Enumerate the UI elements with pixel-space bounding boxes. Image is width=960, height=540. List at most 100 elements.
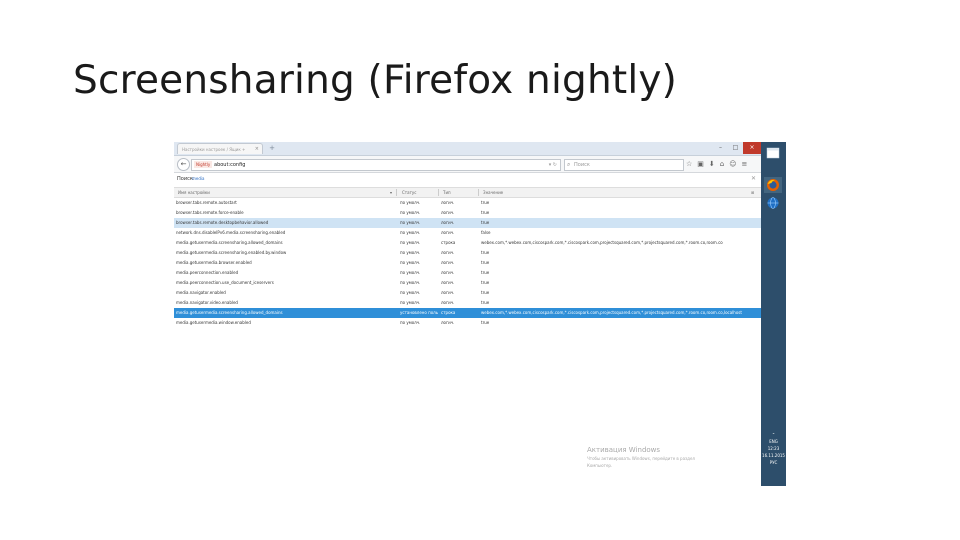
config-search-input[interactable]: media (192, 175, 224, 183)
url-bar[interactable]: Nightly about:config ▾ ↻ (191, 159, 561, 171)
pref-value: webex.com,*.webex.com,ciscospark.com,*.c… (481, 310, 742, 315)
new-tab-button[interactable]: + (267, 144, 277, 153)
taskbar-firefox-button[interactable] (764, 177, 782, 193)
clear-search-icon[interactable]: ✕ (751, 175, 756, 182)
pref-name: media.navigator.enabled (176, 290, 226, 295)
search-icon: ⌕ (567, 161, 571, 168)
table-row[interactable]: media.navigator.enabled по умолч. логич.… (174, 288, 761, 298)
table-row[interactable]: network.dns.disableIPv6.media.screenshar… (174, 228, 761, 238)
table-row-highlighted[interactable]: browser.tabs.remote.desktopbehavior.allo… (174, 218, 761, 228)
column-header-type[interactable]: Тип (443, 188, 451, 197)
firefox-icon (767, 179, 779, 191)
pref-name: browser.tabs.remote.desktopbehavior.allo… (176, 220, 269, 225)
hello-icon[interactable]: ☺ (729, 159, 736, 169)
table-row[interactable]: media.getusermedia.browser.enabled по ум… (174, 258, 761, 268)
pref-value: true (481, 270, 490, 275)
taskbar-clock[interactable]: ⌃ ENG 12:23 16.11.2015 РУС (761, 431, 786, 466)
bookmark-star-icon[interactable]: ☆ (686, 159, 692, 169)
menu-icon[interactable]: ≡ (742, 159, 748, 169)
taskbar-explorer-button[interactable] (764, 145, 782, 161)
pref-type: логич. (441, 230, 455, 235)
taskbar-globe-button[interactable] (764, 195, 782, 211)
url-text[interactable]: about:config (214, 160, 245, 170)
pref-type: строка (441, 310, 456, 315)
notification-chevron-icon[interactable]: ⌃ (761, 431, 786, 438)
pref-type: логич. (441, 250, 455, 255)
pref-type: логич. (441, 320, 455, 325)
table-row[interactable]: media.getusermedia.screensharing.allowed… (174, 238, 761, 248)
reload-icon[interactable]: ▾ ↻ (549, 160, 557, 170)
reading-list-icon[interactable]: ▣ (697, 159, 704, 169)
table-row[interactable]: media.getusermedia.screensharing.enabled… (174, 248, 761, 258)
back-button[interactable]: ← (177, 158, 190, 171)
tab-close-icon[interactable]: × (255, 144, 259, 154)
minimize-button[interactable]: – (713, 142, 728, 154)
pref-name: media.navigator.video.enabled (176, 300, 238, 305)
explorer-icon (766, 147, 780, 159)
table-row[interactable]: media.navigator.video.enabled по умолч. … (174, 298, 761, 308)
pref-type: логич. (441, 210, 455, 215)
tab-about-config[interactable]: Настройки настроек / Ящик + × (177, 143, 263, 154)
toolbar-icons: ☆ ▣ ⬇ ⌂ ☺ ≡ (686, 159, 747, 169)
keyboard-layout: РУС (769, 460, 778, 465)
table-row[interactable]: media.peerconnection.use_document_iceser… (174, 278, 761, 288)
firefox-window: Настройки настроек / Ящик + × + – □ × ← … (174, 142, 762, 486)
maximize-button[interactable]: □ (728, 142, 743, 154)
clock-date: 16.11.2015 (762, 453, 785, 458)
pref-status: по умолч. (400, 300, 421, 305)
search-bar[interactable]: ⌕ Поиск (564, 159, 684, 171)
config-search-row: Поиск: media ✕ (174, 173, 761, 186)
column-divider[interactable] (438, 189, 439, 196)
pref-type: логич. (441, 200, 455, 205)
table-row[interactable]: media.getusermedia.window.enabled по умо… (174, 318, 761, 328)
pref-name: browser.tabs.remote.autostart (176, 200, 237, 205)
browser-screenshot: Настройки настроек / Ящик + × + – □ × ← … (174, 142, 786, 486)
back-arrow-icon: ← (180, 160, 187, 168)
navigation-bar: ← Nightly about:config ▾ ↻ ⌕ Поиск ☆ ▣ ⬇… (174, 156, 761, 173)
pref-status: по умолч. (400, 210, 421, 215)
pref-name: media.peerconnection.enabled (176, 270, 239, 275)
download-icon[interactable]: ⬇ (709, 159, 715, 169)
pref-status: по умолч. (400, 240, 421, 245)
table-row[interactable]: browser.tabs.remote.autostart по умолч. … (174, 198, 761, 208)
column-picker-icon[interactable]: ⊞ (751, 188, 754, 197)
pref-type: логич. (441, 290, 455, 295)
pref-status: установлено польз. (400, 310, 438, 315)
pref-type: логич. (441, 270, 455, 275)
table-row-selected[interactable]: media.getusermedia.screensharing.allowed… (174, 308, 761, 318)
pref-status: по умолч. (400, 230, 421, 235)
pref-status: по умолч. (400, 250, 421, 255)
pref-type: строка (441, 240, 456, 245)
home-icon[interactable]: ⌂ (720, 159, 724, 169)
pref-status: по умолч. (400, 260, 421, 265)
globe-icon (767, 197, 779, 209)
column-divider[interactable] (478, 189, 479, 196)
pref-value: true (481, 210, 490, 215)
pref-value: true (481, 300, 490, 305)
clock-time: 12:23 (767, 446, 780, 451)
pref-value: true (481, 320, 490, 325)
input-language: ENG (769, 439, 778, 444)
pref-name: media.getusermedia.screensharing.allowed… (176, 310, 283, 315)
column-divider[interactable] (396, 189, 397, 196)
tab-title: Настройки настроек / Ящик + (182, 147, 246, 152)
pref-status: по умолч. (400, 200, 421, 205)
pref-value: true (481, 280, 490, 285)
pref-value: true (481, 220, 490, 225)
table-row[interactable]: media.peerconnection.enabled по умолч. л… (174, 268, 761, 278)
pref-type: логич. (441, 300, 455, 305)
close-window-button[interactable]: × (743, 142, 761, 154)
column-header-name[interactable]: Имя настройки (178, 188, 210, 197)
pref-name: media.getusermedia.browser.enabled (176, 260, 252, 265)
pref-value: true (481, 290, 490, 295)
pref-name: media.getusermedia.screensharing.enabled… (176, 250, 287, 255)
pref-type: логич. (441, 220, 455, 225)
column-header-value[interactable]: Значение (483, 188, 503, 197)
config-table-header: Имя настройки ▾ Статус Тип Значение ⊞ (174, 187, 761, 198)
windows-activation-watermark: Активация Windows Чтобы активировать Win… (587, 445, 757, 469)
pref-value: false (481, 230, 491, 235)
pref-value: true (481, 250, 490, 255)
table-row[interactable]: browser.tabs.remote.force-enable по умол… (174, 208, 761, 218)
identity-label[interactable]: Nightly (194, 161, 212, 168)
column-header-status[interactable]: Статус (402, 188, 416, 197)
